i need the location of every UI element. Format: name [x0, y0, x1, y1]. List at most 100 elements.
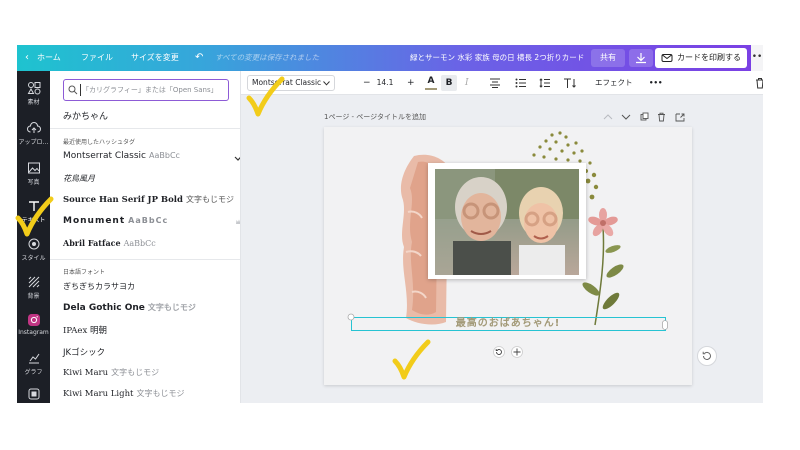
font-item-monument[interactable]: Monument AaBbCc — [63, 216, 168, 226]
back-chevron-icon[interactable]: ‹ — [25, 45, 29, 71]
font-name: Kiwi Maru — [63, 368, 109, 378]
resize-handle-right[interactable] — [662, 320, 668, 330]
undo-icon[interactable]: ↶ — [195, 45, 203, 71]
instagram-icon — [27, 314, 40, 326]
print-card-button[interactable]: カードを印刷する — [655, 48, 747, 68]
chevron-up-icon — [603, 114, 613, 120]
decrease-size-button[interactable]: − — [363, 71, 371, 95]
search-icon — [68, 85, 78, 95]
font-search-input[interactable]: 「カリグラフィー」または「Open Sans」 — [63, 79, 229, 101]
font-item-jp-handwriting[interactable]: ぎちぎちカラサヨカ — [63, 281, 135, 292]
style-icon — [28, 238, 39, 250]
font-item-dela-gothic-one[interactable]: Dela Gothic One 文字もじモジ — [63, 302, 196, 313]
rail-label: スタイル — [21, 255, 46, 262]
font-panel: 「カリグラフィー」または「Open Sans」 みかちゃん 最近使用したハッシュ… — [50, 71, 241, 403]
share-button[interactable]: 共有 — [591, 49, 625, 67]
resize-menu[interactable]: サイズを変更 — [131, 45, 179, 71]
list-icon[interactable] — [515, 78, 527, 88]
resize-handle-left[interactable] — [347, 313, 355, 321]
font-name: Abril Fatface — [63, 238, 121, 248]
font-item-jk-gothic[interactable]: JKゴシック — [63, 346, 105, 358]
photo-frame[interactable] — [428, 163, 586, 279]
font-item-kachofugetsu[interactable]: 花鳥風月 — [63, 173, 95, 184]
page-title-label[interactable]: 1ページ - ページタイトルを追加 — [324, 112, 426, 122]
font-result-item[interactable]: みかちゃん — [63, 109, 108, 122]
rail-item-instagram[interactable]: Instagram — [17, 313, 50, 336]
move-handle-icon[interactable] — [511, 346, 523, 358]
checkmark-annotation-text — [15, 196, 54, 237]
divider — [50, 128, 240, 129]
italic-button[interactable]: I — [465, 71, 469, 95]
font-item-abril-fatface[interactable]: Abril Fatface AaBbCc — [63, 238, 156, 248]
refresh-button-icon[interactable] — [697, 346, 717, 366]
trash-icon[interactable] — [755, 77, 763, 89]
rail-item-charts[interactable]: グラフ — [17, 351, 50, 376]
font-sample: AaBbCc — [149, 151, 180, 160]
rail-label: グラフ — [24, 369, 43, 376]
divider — [50, 259, 240, 260]
more-options-icon[interactable]: •• — [751, 45, 763, 71]
download-icon — [636, 53, 646, 64]
background-icon — [28, 276, 39, 288]
font-name: Montserrat Classic — [63, 151, 147, 161]
selected-check-icon — [234, 156, 240, 161]
jp-section-heading: 日本語フォント — [63, 269, 106, 276]
rail-item-elements[interactable]: 素材 — [17, 81, 50, 106]
text-color-label: A — [427, 76, 435, 86]
chevron-down-icon — [323, 81, 330, 86]
font-sample: 文字もじモジ — [136, 389, 185, 398]
photo-icon — [27, 162, 40, 174]
text-color-button[interactable]: A — [425, 75, 437, 91]
vertical-text-icon[interactable] — [563, 77, 577, 89]
download-button[interactable] — [629, 49, 653, 67]
increase-size-button[interactable]: + — [407, 71, 415, 95]
font-item-montserrat-classic[interactable]: Montserrat Classic AaBbCc — [63, 151, 180, 161]
save-status: すべての変更は保存されました — [215, 53, 320, 62]
delete-page-icon — [658, 112, 665, 122]
document-title[interactable]: 緑とサーモン 水彩 家族 母の日 横長 2つ折りカード — [410, 45, 584, 71]
font-sample: AaBbCc — [123, 239, 156, 248]
card-title-text[interactable]: 最高のおばあちゃん! — [352, 318, 664, 330]
top-bar: ‹ ホーム ファイル サイズを変更 ↶ すべての変更は保存されました 緑とサーモ… — [17, 45, 763, 71]
rail-item-background[interactable]: 背景 — [17, 275, 50, 300]
design-canvas[interactable]: 最高のおばあちゃん! — [324, 127, 692, 385]
card-icon — [661, 54, 673, 62]
font-size-input[interactable]: 14.1 — [375, 75, 395, 91]
font-sample: 文字もじモジ — [185, 195, 234, 204]
font-item-kiwi-maru-light[interactable]: Kiwi Maru Light 文字もじモジ — [63, 388, 184, 399]
text-toolbar: Montserrat Classic − 14.1 + A B I エフェクト … — [241, 71, 763, 95]
text-cursor — [80, 84, 81, 96]
font-item-kiwi-maru[interactable]: Kiwi Maru 文字もじモジ — [63, 367, 159, 378]
flower-decoration — [582, 208, 624, 326]
print-card-label: カードを印刷する — [677, 53, 741, 62]
rail-label: アップロ… — [18, 139, 49, 146]
page-controls — [603, 112, 685, 122]
chevron-down-icon — [621, 114, 631, 120]
effects-button[interactable]: エフェクト — [595, 71, 633, 95]
apps-icon — [28, 388, 39, 400]
checkmark-annotation-title — [392, 339, 431, 380]
recent-section-heading: 最近使用したハッシュタグ — [63, 139, 136, 146]
font-sample: 文字もじモジ — [111, 368, 160, 377]
rail-label: 写真 — [27, 179, 40, 186]
elements-icon — [27, 82, 40, 95]
rail-item-uploads[interactable]: アップロ… — [17, 121, 50, 146]
font-item-source-han-serif[interactable]: Source Han Serif JP Bold 文字もじモジ — [63, 194, 234, 205]
file-menu[interactable]: ファイル — [81, 45, 113, 71]
rail-item-styles[interactable]: スタイル — [17, 237, 50, 262]
selected-text-box[interactable]: 最高のおばあちゃん! — [351, 317, 666, 331]
bold-button[interactable]: B — [441, 75, 457, 91]
add-page-icon — [675, 113, 685, 122]
home-link[interactable]: ホーム — [37, 45, 61, 71]
upload-icon — [26, 122, 41, 133]
align-center-icon[interactable] — [489, 78, 501, 88]
grandmother-granddaughter-image — [435, 169, 579, 275]
canva-editor: ‹ ホーム ファイル サイズを変更 ↶ すべての変更は保存されました 緑とサーモ… — [17, 45, 763, 403]
rail-item-more[interactable] — [17, 387, 50, 403]
spacing-icon[interactable] — [539, 78, 551, 88]
rail-item-photos[interactable]: 写真 — [17, 161, 50, 186]
font-item-ipaex-mincho[interactable]: IPAex 明朝 — [63, 324, 107, 336]
more-toolbar-button[interactable]: ••• — [649, 71, 662, 95]
rotate-handle-icon[interactable] — [493, 346, 505, 358]
family-photo[interactable] — [435, 169, 579, 275]
